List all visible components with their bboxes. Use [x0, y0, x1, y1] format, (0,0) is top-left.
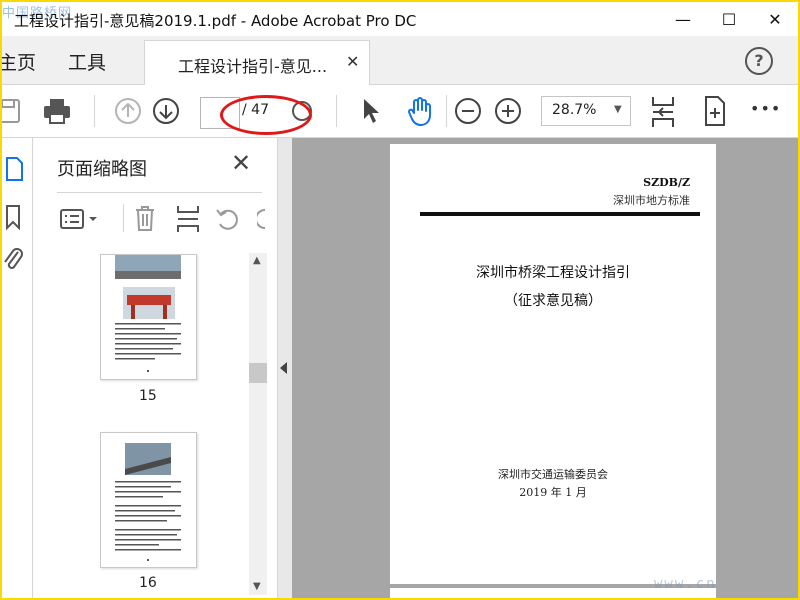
zoom-select[interactable]: 28.7% ▼ [541, 96, 631, 126]
document-standard: 深圳市地方标准 [613, 194, 690, 207]
thumbnail-page-15[interactable] [100, 254, 197, 380]
attachment-icon[interactable] [2, 246, 24, 274]
toolbar: / 47 28.7% ▼ ••• [2, 85, 798, 138]
menu-home[interactable]: 主页 [2, 48, 36, 75]
document-code: SZDB/Z [643, 176, 690, 189]
toolbar-separator [446, 95, 447, 127]
zoom-out-icon[interactable] [454, 97, 482, 125]
rotate-clockwise-icon[interactable] [257, 206, 267, 232]
pdf-page: SZDB/Z 深圳市地方标准 深圳市桥梁工程设计指引 （征求意见稿） 深圳市交通… [390, 144, 716, 584]
panel-splitter[interactable] [278, 138, 292, 598]
next-page-icon[interactable] [152, 97, 180, 125]
thumbnails-icon[interactable] [4, 156, 24, 182]
rotate-icon[interactable] [215, 206, 241, 232]
save-icon[interactable] [2, 97, 22, 125]
print-icon[interactable] [42, 97, 72, 125]
tab-bar: 主页 工具 工程设计指引-意见... ✕ ? [2, 36, 798, 86]
toolbar-separator [336, 95, 337, 127]
document-view[interactable]: SZDB/Z 深圳市地方标准 深圳市桥梁工程设计指引 （征求意见稿） 深圳市交通… [278, 138, 798, 598]
title-bar: 中国路桥网 工程设计指引-意见稿2019.1.pdf - Adobe Acrob… [2, 2, 798, 36]
page-options-icon[interactable] [59, 206, 99, 232]
panel-title: 页面缩略图 [57, 159, 147, 180]
scroll-mode-icon[interactable] [650, 95, 676, 129]
thumbnail-16-preview [115, 443, 181, 561]
toolbar-separator [94, 95, 95, 127]
document-tab-close-button[interactable]: ✕ [346, 52, 359, 71]
hand-tool-icon[interactable] [404, 95, 436, 127]
document-subtitle: （征求意见稿） [504, 293, 602, 309]
delete-icon[interactable] [133, 204, 157, 232]
document-organization: 深圳市交通运输委员会 [498, 468, 608, 481]
menu-tools[interactable]: 工具 [68, 48, 106, 75]
panel-divider [57, 192, 262, 193]
thumbnail-scrollbar[interactable]: ▲ ▼ [249, 253, 267, 595]
annotation-ellipse [220, 95, 312, 135]
maximize-button[interactable]: ☐ [706, 2, 752, 36]
prev-page-icon[interactable] [114, 97, 142, 125]
minimize-button[interactable]: — [660, 2, 706, 36]
thumbnail-label-16: 16 [139, 575, 157, 591]
close-window-button[interactable]: ✕ [752, 2, 798, 36]
panel-close-button[interactable]: ✕ [231, 149, 251, 177]
document-date: 2019 年 1 月 [519, 486, 587, 499]
chevron-down-icon: ▼ [614, 104, 622, 115]
header-rule [420, 212, 700, 216]
scroll-down-icon[interactable]: ▼ [253, 581, 261, 592]
document-tab[interactable]: 工程设计指引-意见... ✕ [144, 40, 370, 86]
panel-separator [123, 204, 124, 232]
scroll-up-icon[interactable]: ▲ [253, 255, 261, 266]
help-button[interactable]: ? [745, 47, 773, 75]
fit-page-icon[interactable] [702, 95, 728, 127]
page-thumbnails-panel: 页面缩略图 ✕ 15 16 ▲ ▼ [33, 138, 278, 598]
window-title: 工程设计指引-意见稿2019.1.pdf - Adobe Acrobat Pro… [14, 12, 417, 30]
zoom-in-icon[interactable] [494, 97, 522, 125]
thumbnail-page-16[interactable] [100, 432, 197, 568]
select-arrow-icon[interactable] [360, 97, 382, 125]
acrobat-window: 中国路桥网 工程设计指引-意见稿2019.1.pdf - Adobe Acrob… [2, 2, 798, 598]
more-tools-button[interactable]: ••• [750, 99, 781, 118]
bookmark-icon[interactable] [4, 204, 22, 230]
scrollbar-thumb[interactable] [249, 363, 267, 383]
zoom-value: 28.7% [552, 102, 597, 118]
thumbnail-15-preview [115, 255, 181, 372]
extract-icon[interactable] [175, 204, 201, 234]
document-tab-label: 工程设计指引-意见... [178, 57, 328, 76]
thumbnail-label-15: 15 [139, 388, 157, 404]
watermark-url: www.cn [654, 576, 717, 592]
document-title: 深圳市桥梁工程设计指引 [476, 265, 630, 281]
navigation-rail [2, 138, 33, 598]
collapse-panel-icon[interactable] [280, 362, 287, 374]
